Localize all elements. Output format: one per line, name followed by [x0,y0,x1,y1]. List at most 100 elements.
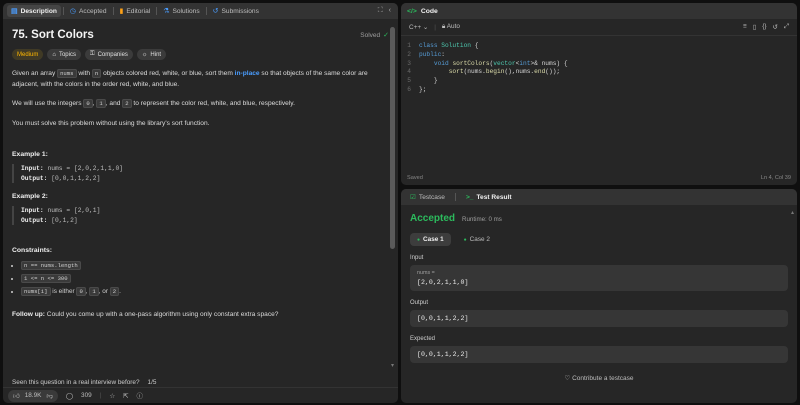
description-paragraph-1: Given an array nums with n objects color… [12,69,368,88]
problem-content: 75. Sort Colors Solved ✓ Medium ⌂ Topics ⚿… [3,19,398,373]
pass-dot-icon: ● [463,236,467,243]
constraint-item: n == nums.length [21,261,389,270]
expected-box: [0,0,1,1,2,2] [410,346,788,363]
case-1-tab[interactable]: ● Case 1 [410,233,451,246]
scrollbar-thumb[interactable] [390,27,395,249]
braces-icon[interactable]: {} [762,23,766,31]
test-result-panel: ☑ Testcase >_ Test Result ▴ Accepted Runti… [401,189,797,403]
description-tabbar: ▤ Description ◷ Accepted ▮ Editorial ⚗ Solut… [3,3,398,19]
code-header: </> Code [401,3,797,19]
tab-editorial[interactable]: ▮ Editorial [116,5,155,17]
tab-testcase[interactable]: ☑ Testcase [406,191,449,203]
divider: | [434,23,436,31]
pass-dot-icon: ● [417,236,421,243]
accepted-status: Accepted [410,213,456,224]
submissions-icon: ↺ [212,8,219,15]
lightbulb-icon: ☼ [141,51,148,58]
expected-label: Expected [410,336,436,342]
checkbox-icon: ☑ [410,194,416,201]
tab-accepted[interactable]: ◷ Accepted [66,5,111,17]
editor-actions: ≡ ▯ {} ↺ ⤢ [743,23,789,31]
input-box: nums = [2,0,2,1,1,0] [410,265,788,291]
star-icon[interactable]: ☆ [109,392,115,400]
language-select[interactable]: C++ ⌄ [409,23,428,31]
description-paragraph-2: We will use the integers 0, 1, and 2 to … [12,99,295,108]
reset-icon[interactable]: ↺ [773,23,778,31]
input-value: [2,0,2,1,1,0] [417,279,469,286]
divider [112,7,114,15]
description-paragraph-3: You must solve this problem without usin… [12,119,210,127]
like-dislike-group: 👍︎ 18.9K 👎︎ [8,389,58,402]
check-circle-icon: ✓ [383,32,389,39]
comment-icon[interactable]: ◯ [66,392,73,400]
code-panel: </> Code C++ ⌄ | 🔒︎ Auto ≡ ▯ {} ↺ ⤢ 1 clas… [401,3,797,185]
editor-status-bar: Saved Ln 4, Col 39 [407,175,791,181]
tab-submissions[interactable]: ↺ Submissions [209,5,263,17]
problem-chips: Medium ⌂ Topics ⚿ Companies ☼ Hint [12,49,389,60]
description-panel: ▤ Description ◷ Accepted ▮ Editorial ⚗ Solut… [3,3,398,403]
constraints-list: n == nums.length 1 <= n <= 300 nums[i] i… [12,261,389,296]
editorial-icon: ▮ [119,8,124,15]
format-icon[interactable]: ≡ [743,23,747,31]
output-box: [0,0,1,1,2,2] [410,310,788,327]
problem-title[interactable]: 75. Sort Colors [12,29,94,41]
code-line: 1 class Solution { [407,42,479,49]
bookmark-icon[interactable]: ▯ [753,23,757,31]
like-count: 18.9K [24,392,42,399]
code-line: 4 sort(nums.begin(),nums.end()); [407,68,561,76]
expected-value: [0,0,1,1,2,2] [417,351,469,358]
code-line: 6}; [407,85,427,93]
scroll-up-arrow[interactable]: ▴ [791,209,794,216]
divider [454,193,456,201]
panel-controls: ⛶ ‹ [378,7,394,15]
follow-up: Follow up: Could you come up with a one-… [12,311,279,318]
solutions-icon: ⚗ [163,8,170,15]
solved-status: Solved ✓ [360,31,389,40]
topics-chip[interactable]: ⌂ Topics [47,49,81,60]
comment-count: 309 [81,392,92,399]
saved-status: Saved [407,175,423,181]
collapse-icon[interactable]: ‹ [389,7,391,15]
lock-icon: ⚿ [89,51,95,57]
expand-icon[interactable]: ⤢ [784,23,789,31]
input-label: Input [410,255,424,261]
accepted-icon: ◷ [69,8,77,15]
page-counter: 1/5 [147,379,157,386]
case-tabs: ● Case 1 ● Case 2 [410,233,788,246]
tab-test-result[interactable]: >_ Test Result [462,192,516,203]
code-toolbar: C++ ⌄ | 🔒︎ Auto ≡ ▯ {} ↺ ⤢ [401,19,797,36]
runtime: Runtime: 0 ms [462,216,502,223]
terminal-icon: >_ [465,193,474,201]
code-icon: </> [407,7,417,15]
input-var-name: nums = [417,270,435,276]
tab-solutions[interactable]: ⚗ Solutions [159,5,203,17]
code-editor[interactable]: 1 class Solution { 2 public: 3 void sortCo… [401,36,797,95]
example-1-heading: Example 1: [12,151,48,158]
cursor-position: Ln 4, Col 39 [760,175,791,181]
scroll-down-arrow[interactable]: ▾ [391,362,394,369]
case-2-tab[interactable]: ● Case 2 [457,233,497,246]
maximize-icon[interactable]: ⛶ [378,7,383,15]
thumbs-up-icon[interactable]: 👍︎ [13,392,20,400]
help-icon[interactable]: ⓘ [136,391,142,400]
tab-description[interactable]: ▤ Description [7,5,61,17]
thumbs-down-icon[interactable]: 👎︎ [46,392,53,400]
constraint-item: 1 <= n <= 300 [21,274,389,283]
difficulty-badge[interactable]: Medium [12,49,44,60]
in-place-link[interactable]: in-place [235,70,260,77]
share-icon[interactable]: ⇱ [123,392,128,400]
tag-icon: ⌂ [52,51,56,58]
companies-chip[interactable]: ⚿ Companies [84,49,133,60]
auto-mode-toggle[interactable]: 🔒︎ Auto [442,23,460,31]
output-label: Output [410,300,429,306]
contribute-testcase-link[interactable]: ♡ Contribute a testcase [410,374,788,382]
code-line: 2 public: [407,50,445,58]
interview-question-prompt: Seen this question in a real interview b… [12,379,157,386]
constraint-item: nums[i] is either 0, 1, or 2. [21,287,389,296]
lock-icon: 🔒︎ [441,23,446,30]
result-tabbar: ☑ Testcase >_ Test Result [401,189,797,205]
divider [156,7,158,15]
code-line: 3 void sortColors(vector<int>& nums) { [407,59,568,67]
hint-chip[interactable]: ☼ Hint [136,49,167,60]
code-line: 5 } [407,77,438,85]
